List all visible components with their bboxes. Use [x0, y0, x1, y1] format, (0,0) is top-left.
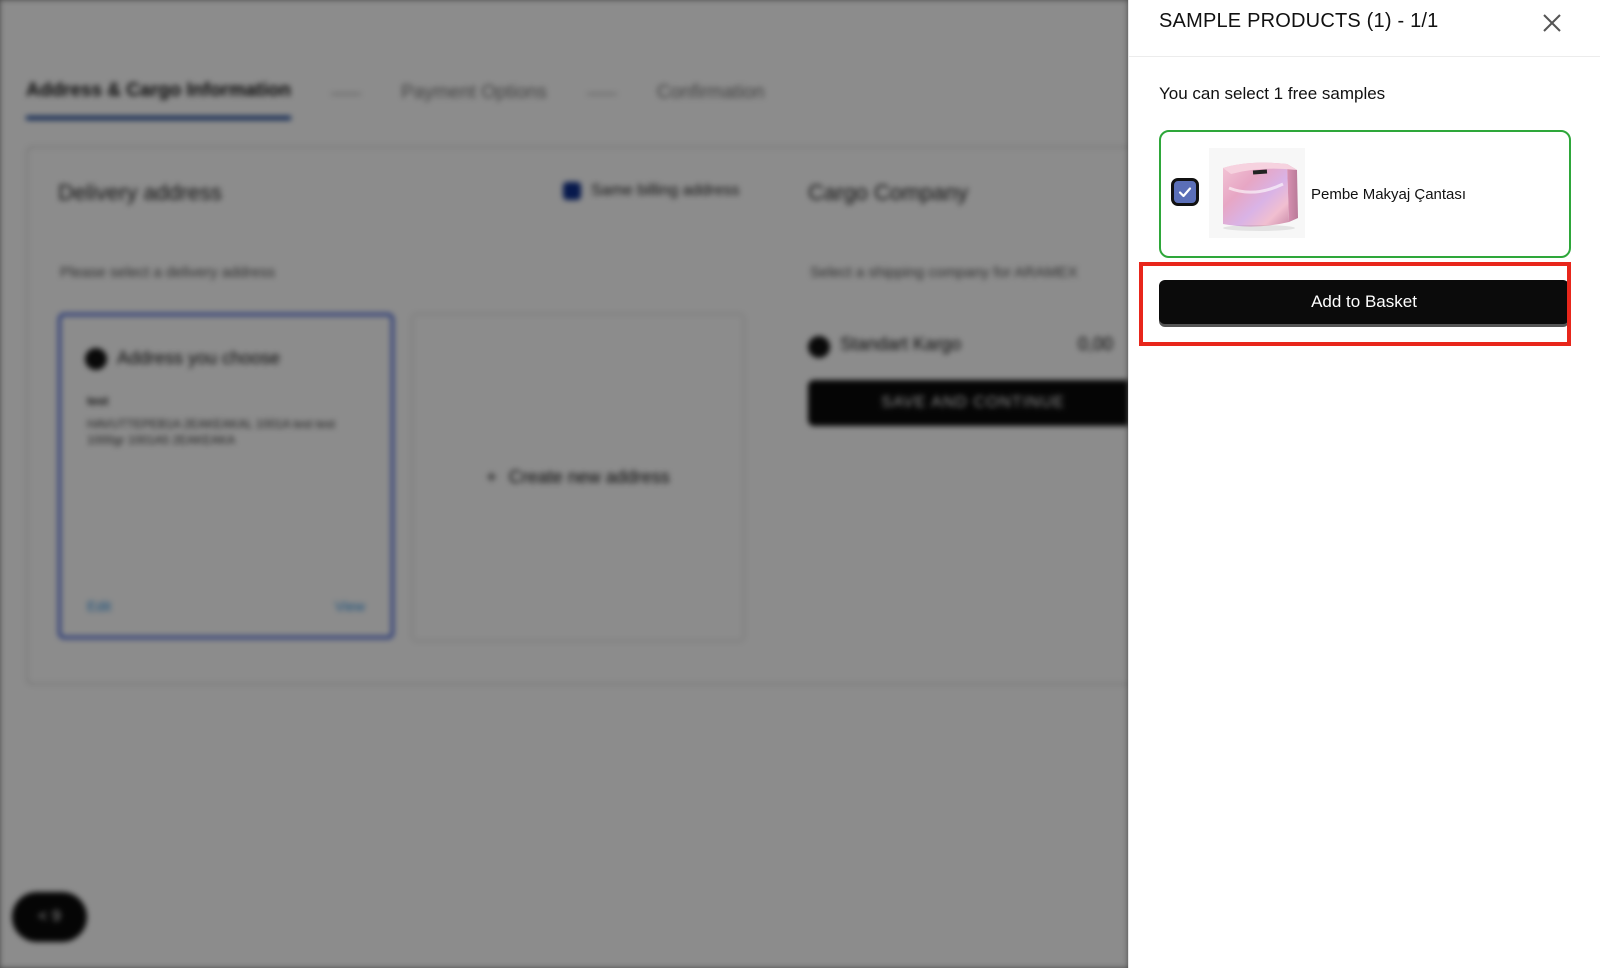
checkmark-icon	[1178, 187, 1192, 198]
sample-products-drawer: SAMPLE PRODUCTS (1) - 1/1 You can select…	[1128, 0, 1600, 968]
product-checkbox[interactable]	[1171, 178, 1199, 206]
sample-product-card[interactable]: Pembe Makyaj Çantası	[1159, 130, 1571, 258]
pink-makeup-bag-image	[1209, 148, 1305, 238]
close-icon[interactable]	[1539, 10, 1565, 36]
free-samples-subtitle: You can select 1 free samples	[1159, 84, 1386, 103]
modal-backdrop[interactable]	[0, 0, 1128, 968]
product-name: Pembe Makyaj Çantası	[1311, 186, 1467, 203]
add-to-basket-button[interactable]: Add to Basket	[1159, 280, 1569, 324]
drawer-title: SAMPLE PRODUCTS (1) - 1/1	[1159, 10, 1439, 32]
drawer-header: SAMPLE PRODUCTS (1) - 1/1	[1129, 0, 1600, 57]
